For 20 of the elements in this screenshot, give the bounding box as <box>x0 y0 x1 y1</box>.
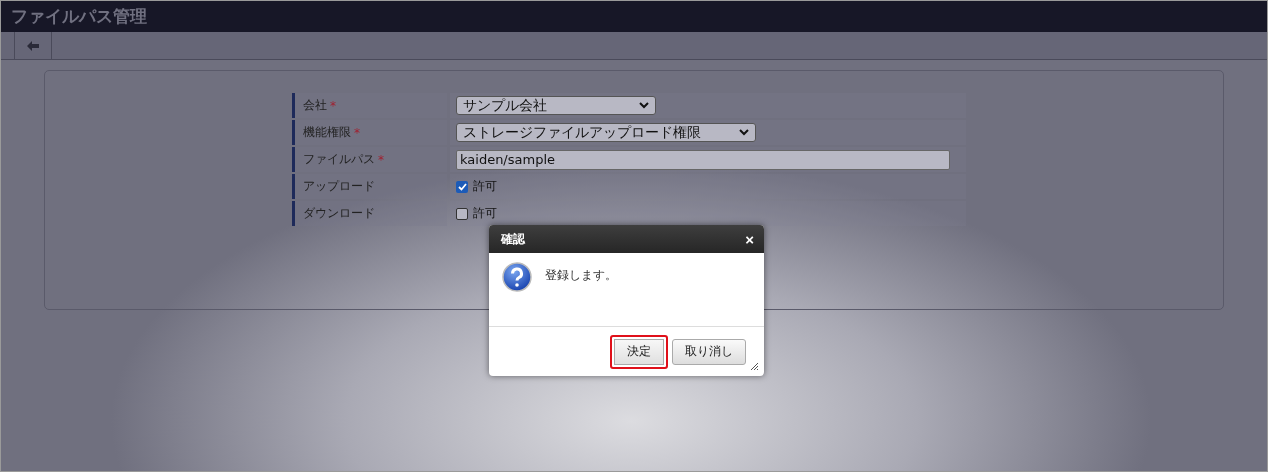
chevron-icon <box>739 129 749 136</box>
confirm-button[interactable]: 決定 <box>610 334 668 369</box>
dialog-title: 確認 <box>501 230 525 248</box>
back-button[interactable] <box>14 32 52 59</box>
question-icon <box>502 262 532 292</box>
dialog-message: 登録します。 <box>545 267 617 284</box>
input-field[interactable]: kaiden/sample <box>456 149 950 170</box>
checkbox[interactable] <box>456 207 468 220</box>
window-title: ファイルパス管理 <box>11 5 147 28</box>
checkbox-label: 許可 <box>473 178 497 195</box>
chevron-icon <box>639 102 649 109</box>
select-field[interactable]: ストレージファイルアップロード権限 <box>456 123 756 142</box>
select-field[interactable]: サンプル会社 <box>456 96 656 115</box>
left-arrow-icon <box>27 40 39 51</box>
resize-grip-icon <box>751 363 758 370</box>
close-button[interactable]: × <box>745 230 754 248</box>
field-label: ダウンロード <box>292 201 447 226</box>
checkbox-label: 許可 <box>473 205 497 222</box>
checkbox[interactable] <box>456 180 468 193</box>
cancel-button[interactable]: 取り消し <box>672 338 746 365</box>
